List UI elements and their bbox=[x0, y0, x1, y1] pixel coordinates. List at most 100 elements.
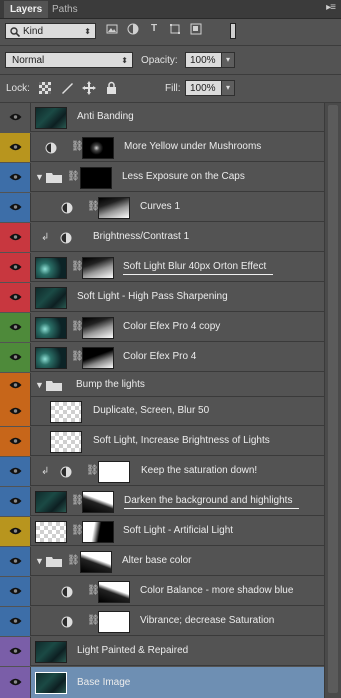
layer-row[interactable]: ⛓ More Yellow under Mushrooms bbox=[0, 133, 324, 162]
visibility-toggle[interactable] bbox=[0, 343, 31, 372]
visibility-toggle[interactable] bbox=[0, 427, 31, 456]
tab-paths[interactable]: Paths bbox=[46, 1, 84, 18]
layer-name[interactable]: Darken the background and highlights bbox=[124, 495, 292, 506]
layers-scrollbar[interactable] bbox=[324, 103, 341, 698]
mask-link-icon[interactable]: ⛓ bbox=[71, 495, 84, 507]
layer-name[interactable]: Anti Banding bbox=[77, 111, 134, 122]
fill-dropdown-button[interactable]: ▾ bbox=[221, 80, 235, 96]
layer-name[interactable]: Color Balance - more shadow blue bbox=[140, 585, 293, 596]
layer-row[interactable]: ⛓ Vibrance; decrease Saturation bbox=[0, 607, 324, 636]
visibility-toggle[interactable] bbox=[0, 637, 31, 666]
visibility-toggle[interactable] bbox=[0, 517, 31, 546]
layer-name[interactable]: Soft Light - Artificial Light bbox=[123, 525, 233, 536]
layer-row[interactable]: Anti Banding bbox=[0, 103, 324, 132]
layer-name[interactable]: Soft Light, Increase Brightness of Light… bbox=[93, 435, 270, 446]
layer-row[interactable]: Soft Light - High Pass Sharpening bbox=[0, 283, 324, 312]
layer-thumbnail[interactable] bbox=[35, 641, 67, 663]
adjustment-layer-icon[interactable] bbox=[61, 586, 73, 598]
layer-mask-thumbnail[interactable] bbox=[82, 521, 114, 543]
layer-group-row[interactable]: ▼ Bump the lights bbox=[0, 373, 324, 397]
layer-name[interactable]: Bump the lights bbox=[76, 379, 145, 390]
mask-link-icon[interactable]: ⛓ bbox=[71, 141, 84, 153]
layer-mask-thumbnail[interactable] bbox=[80, 167, 112, 189]
shape-filter-icon[interactable] bbox=[169, 23, 181, 35]
layer-row[interactable]: ↲ ⛓ Keep the saturation down! bbox=[0, 457, 324, 486]
visibility-toggle[interactable] bbox=[0, 283, 31, 312]
visibility-toggle[interactable] bbox=[0, 397, 31, 426]
layer-row[interactable]: ⛓ Color Efex Pro 4 bbox=[0, 343, 324, 372]
layer-mask-thumbnail[interactable] bbox=[82, 257, 114, 279]
layer-row[interactable]: ⛓ Color Balance - more shadow blue bbox=[0, 577, 324, 606]
layer-mask-thumbnail[interactable] bbox=[82, 317, 114, 339]
layer-row[interactable]: ⛓ Color Efex Pro 4 copy bbox=[0, 313, 324, 342]
scrollbar-thumb[interactable] bbox=[328, 105, 338, 693]
layer-name[interactable]: Keep the saturation down! bbox=[141, 465, 257, 476]
layer-row[interactable]: ⛓ Soft Light - Artificial Light bbox=[0, 517, 324, 546]
mask-link-icon[interactable]: ⛓ bbox=[87, 201, 100, 213]
layer-row[interactable]: ↲ Brightness/Contrast 1 bbox=[0, 223, 324, 252]
mask-link-icon[interactable]: ⛓ bbox=[87, 615, 100, 627]
layer-mask-thumbnail[interactable] bbox=[82, 137, 114, 159]
layer-thumbnail[interactable] bbox=[50, 431, 82, 453]
tab-layers[interactable]: Layers bbox=[4, 1, 49, 18]
layer-thumbnail[interactable] bbox=[50, 401, 82, 423]
layer-thumbnail[interactable] bbox=[35, 521, 67, 543]
layer-row[interactable]: Light Painted & Repaired bbox=[0, 637, 324, 666]
disclosure-triangle-icon[interactable]: ▼ bbox=[35, 556, 44, 566]
fill-input[interactable]: 100% bbox=[185, 80, 222, 96]
layer-name[interactable]: Less Exposure on the Caps bbox=[122, 171, 245, 182]
layer-thumbnail[interactable] bbox=[35, 257, 67, 279]
adjustment-filter-icon[interactable] bbox=[127, 23, 139, 35]
layer-name[interactable]: Base Image bbox=[77, 677, 130, 688]
visibility-toggle[interactable] bbox=[0, 223, 31, 252]
mask-link-icon[interactable]: ⛓ bbox=[86, 465, 99, 477]
layer-name[interactable]: Light Painted & Repaired bbox=[77, 645, 188, 656]
adjustment-layer-icon[interactable] bbox=[61, 202, 73, 214]
layer-thumbnail[interactable] bbox=[35, 107, 67, 129]
lock-position-icon[interactable] bbox=[82, 81, 96, 95]
layer-thumbnail[interactable] bbox=[35, 317, 67, 339]
layer-mask-thumbnail[interactable] bbox=[98, 581, 130, 603]
panel-menu-icon[interactable]: ▸≡ bbox=[326, 2, 336, 13]
layer-thumbnail[interactable] bbox=[35, 347, 67, 369]
mask-link-icon[interactable]: ⛓ bbox=[67, 171, 80, 183]
layer-thumbnail[interactable] bbox=[35, 491, 67, 513]
layer-thumbnail[interactable] bbox=[35, 672, 67, 694]
layer-mask-thumbnail[interactable] bbox=[82, 491, 114, 513]
visibility-toggle[interactable] bbox=[0, 373, 31, 397]
layer-mask-thumbnail[interactable] bbox=[80, 551, 112, 573]
smart-object-filter-icon[interactable] bbox=[190, 23, 202, 35]
blend-mode-select[interactable]: Normal ⬍ bbox=[5, 52, 133, 68]
layer-mask-thumbnail[interactable] bbox=[98, 197, 130, 219]
visibility-toggle[interactable] bbox=[0, 193, 31, 222]
adjustment-layer-icon[interactable] bbox=[60, 466, 72, 478]
mask-link-icon[interactable]: ⛓ bbox=[71, 351, 84, 363]
layer-name[interactable]: More Yellow under Mushrooms bbox=[124, 141, 261, 152]
opacity-dropdown-button[interactable]: ▾ bbox=[221, 52, 235, 68]
visibility-toggle[interactable] bbox=[0, 133, 31, 162]
visibility-toggle[interactable] bbox=[0, 577, 31, 606]
visibility-toggle[interactable] bbox=[0, 547, 31, 576]
opacity-input[interactable]: 100% bbox=[185, 52, 222, 68]
visibility-toggle[interactable] bbox=[0, 487, 31, 516]
layer-row[interactable]: Duplicate, Screen, Blur 50 bbox=[0, 397, 324, 426]
layer-mask-thumbnail[interactable] bbox=[98, 611, 130, 633]
layer-row[interactable]: ⛓ Curves 1 bbox=[0, 193, 324, 222]
lock-image-pixels-icon[interactable] bbox=[60, 81, 74, 95]
layer-name[interactable]: Color Efex Pro 4 bbox=[123, 351, 196, 362]
mask-link-icon[interactable]: ⛓ bbox=[87, 585, 100, 597]
layer-row[interactable]: ⛓ Darken the background and highlights bbox=[0, 487, 324, 516]
filter-kind-select[interactable]: Kind ⬍ bbox=[5, 23, 96, 39]
layer-name[interactable]: Vibrance; decrease Saturation bbox=[140, 615, 274, 626]
visibility-toggle[interactable] bbox=[0, 457, 31, 486]
layer-mask-thumbnail[interactable] bbox=[82, 347, 114, 369]
layer-group-row[interactable]: ▼ ⛓ Less Exposure on the Caps bbox=[0, 163, 324, 192]
filter-toggle-icon[interactable] bbox=[230, 23, 236, 39]
mask-link-icon[interactable]: ⛓ bbox=[71, 525, 84, 537]
visibility-toggle[interactable] bbox=[0, 163, 31, 192]
visibility-toggle[interactable] bbox=[0, 103, 31, 132]
lock-all-icon[interactable] bbox=[106, 81, 117, 94]
adjustment-layer-icon[interactable] bbox=[61, 616, 73, 628]
layer-name[interactable]: Soft Light - High Pass Sharpening bbox=[77, 291, 228, 302]
visibility-toggle[interactable] bbox=[0, 607, 31, 636]
